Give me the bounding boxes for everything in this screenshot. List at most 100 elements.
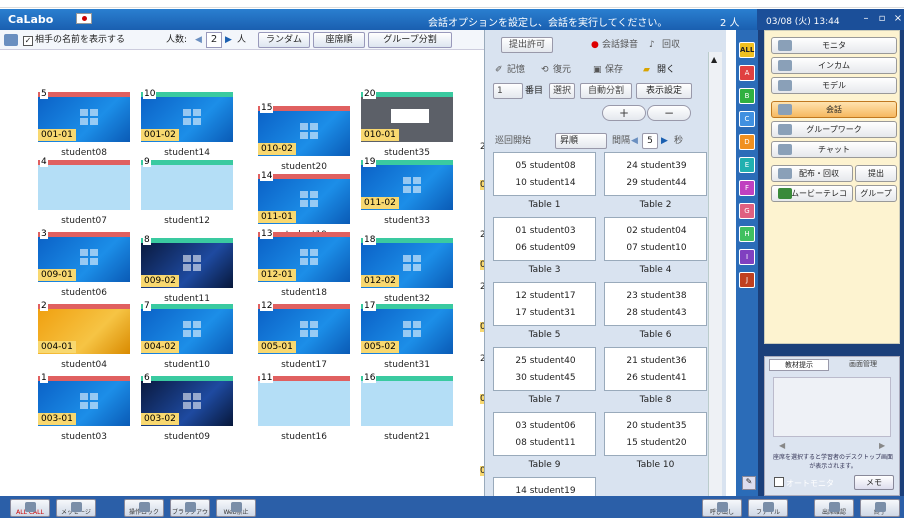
table-card[interactable]: 23 student38 28 student43 [604,282,707,326]
student-number: 4 [40,157,48,167]
group-tab[interactable]: A [739,65,755,81]
random-button[interactable]: ランダム [258,32,310,48]
scroll-up-icon[interactable]: ▲ [711,55,717,64]
preview-hint: 座席を選択すると学習者のデスクトップ画面が表示されます。 [772,454,893,470]
display-settings-button[interactable]: 表示設定 [636,83,692,99]
table-card[interactable]: 12 student17 17 student31 [493,282,596,326]
group-tab[interactable]: G [739,203,755,219]
order-select[interactable]: 昇順 [555,133,607,149]
select-button[interactable]: 選択 [549,83,575,99]
table-card[interactable]: 21 student36 26 student41 [604,347,707,391]
group-tab[interactable]: F [739,180,755,196]
prev-arrow-icon[interactable]: ◀ [779,441,785,450]
automonitor-label: オートモニタ [786,479,834,488]
windows-logo-icon [300,123,318,139]
student-screen[interactable] [141,160,233,210]
group-tab[interactable]: B [739,88,755,104]
tab-screen[interactable]: 画面管理 [833,359,893,371]
conversation-button[interactable]: 会話 [771,101,897,118]
group-tab[interactable]: H [739,226,755,242]
group-tab[interactable]: C [739,111,755,127]
distribute-label: 配布・回収 [799,169,839,178]
table-name: Table 4 [639,265,672,275]
group-button[interactable]: グループ [855,185,897,202]
student-screen[interactable] [38,160,130,210]
interval-decrease-icon[interactable]: ◀ [631,134,638,148]
people-increase-icon[interactable]: ▶ [225,33,232,47]
monitor-button[interactable]: モニタ [771,37,897,54]
memory-label[interactable]: 記憶 [507,63,525,77]
table-card[interactable]: 20 student35 15 student20 [604,412,707,456]
table-card[interactable]: 03 student06 08 student11 [493,412,596,456]
minimize-icon[interactable]: – [859,12,873,26]
interval-input[interactable]: 5 [642,133,658,149]
lock-icon [139,502,150,512]
record-label[interactable]: 会話録音 [602,38,638,52]
show-name-checkbox[interactable]: ✓ 相手の名前を表示する [23,33,125,47]
cycle-start-label[interactable]: 巡回開始 [495,134,531,148]
group-tab[interactable]: ALL [739,42,755,58]
call-button[interactable]: 呼び出し [702,499,742,517]
distribute-button[interactable]: 配布・回収 [771,165,853,182]
auto-split-button[interactable]: 自動分割 [580,83,632,99]
student-screen[interactable] [361,376,453,426]
group-tab[interactable]: J [739,272,755,288]
automonitor-checkbox[interactable]: オートモニタ [774,477,834,489]
remove-table-button[interactable]: − [647,105,691,121]
wrench-icon[interactable]: ✎ [742,476,756,490]
student-number: 1 [40,373,48,383]
lock-button[interactable]: 操作ロック [124,499,164,517]
next-arrow-icon[interactable]: ▶ [879,441,885,450]
table-card[interactable]: 01 student03 06 student09 [493,217,596,261]
permit-button[interactable]: 提出許可 [501,37,553,53]
replay-label[interactable]: 回収 [662,38,680,52]
model-button[interactable]: モデル [771,77,897,94]
table-card[interactable]: 25 student40 30 student45 [493,347,596,391]
table-member: 30 student45 [515,373,576,383]
intercom-button[interactable]: インカム [771,57,897,74]
close-icon[interactable]: × [891,12,904,26]
student-name: student04 [61,360,107,370]
table-member: 03 student06 [515,421,576,431]
panel-scrollbar[interactable]: ▲ [708,52,722,512]
group-tab[interactable]: E [739,157,755,173]
group-tab[interactable]: I [739,249,755,265]
table-card[interactable]: 02 student04 07 student10 [604,217,707,261]
message-button[interactable]: メッセージ [56,499,96,517]
restore-label[interactable]: 復元 [553,63,571,77]
seat-view-icon[interactable] [4,34,18,46]
attendance-button[interactable]: 出席確認 [814,499,854,517]
all-call-button[interactable]: ALL CALL [10,499,50,517]
exit-button[interactable]: 終了 [860,499,900,517]
open-label[interactable]: 開く [657,63,675,77]
group-split-button[interactable]: グループ分割 [368,32,452,48]
web-block-button[interactable]: Web禁止 [216,499,256,517]
add-table-button[interactable]: + [602,105,646,121]
interval-increase-icon[interactable]: ▶ [661,134,668,148]
index-select[interactable]: 1 [493,83,523,99]
table-card[interactable]: 05 student08 10 student14 [493,152,596,196]
restore-icon[interactable]: ▫ [875,12,889,26]
student-number: 17 [363,301,377,311]
people-decrease-icon[interactable]: ◀ [195,33,202,47]
windows-logo-icon [183,393,201,409]
app-title: CaLabo [8,13,54,26]
memo-button[interactable]: メモ [854,475,894,490]
windows-logo-icon [80,109,98,125]
people-input[interactable]: 2 [206,32,222,48]
table-name: Table 8 [639,395,672,405]
tab-material[interactable]: 教材提示 [769,359,829,371]
group-tab[interactable]: D [739,134,755,150]
table-name: Table 1 [528,200,561,210]
file-button[interactable]: ファイル [748,499,788,517]
groupwork-button[interactable]: グループワーク [771,121,897,138]
seat-order-button[interactable]: 座席順 [313,32,365,48]
chat-button[interactable]: チャット [771,141,897,158]
table-card[interactable]: 24 student39 29 student44 [604,152,707,196]
movie-button[interactable]: ムービーテレコ [771,185,853,202]
conversation-icon [778,104,792,115]
save-label[interactable]: 保存 [605,63,623,77]
blackout-button[interactable]: ブラックアウト [170,499,210,517]
student-screen[interactable] [258,376,350,426]
submit-button[interactable]: 提出 [855,165,897,182]
